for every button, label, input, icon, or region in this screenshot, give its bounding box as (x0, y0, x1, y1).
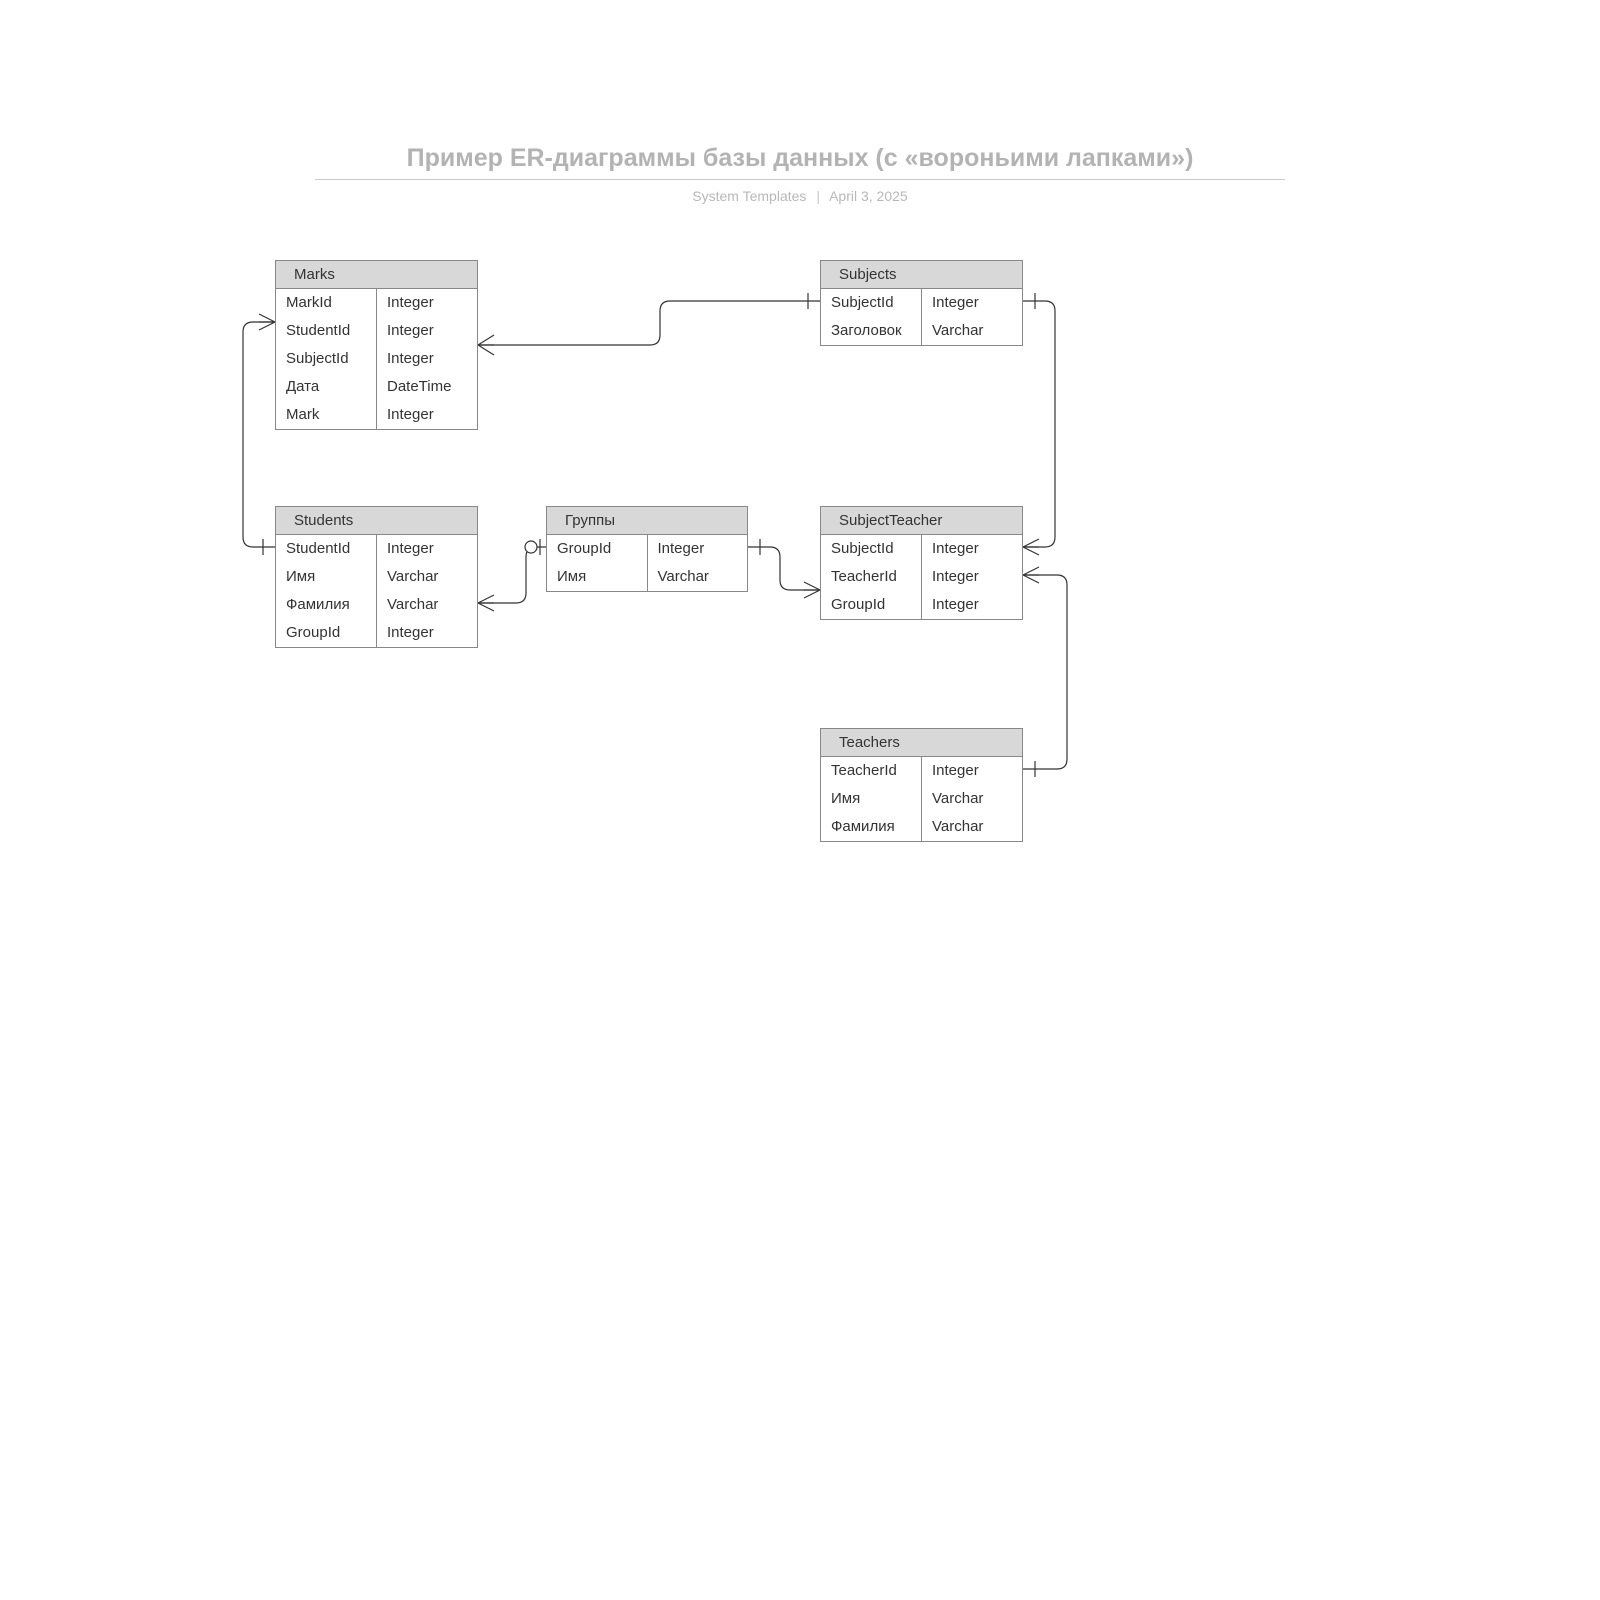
field-type: Varchar (922, 317, 1022, 345)
entity-subjectteacher[interactable]: SubjectTeacher SubjectId TeacherId Group… (820, 506, 1023, 620)
entity-teachers[interactable]: Teachers TeacherId Имя Фамилия Integer V… (820, 728, 1023, 842)
optional-circle-groups-left (525, 541, 537, 553)
entity-students-header: Students (276, 507, 477, 535)
field-type: Varchar (377, 563, 477, 591)
rel-marks-subjects (478, 301, 820, 345)
field-type: Integer (922, 535, 1022, 563)
field-type: DateTime (377, 373, 477, 401)
crowfoot-subjteacher-right-bot (1023, 567, 1039, 583)
field-name: MarkId (276, 289, 376, 317)
field-type: Varchar (648, 563, 748, 591)
author-label: System Templates (692, 188, 806, 204)
entity-students[interactable]: Students StudentId Имя Фамилия GroupId I… (275, 506, 478, 648)
field-type: Integer (377, 619, 477, 647)
field-name: Фамилия (276, 591, 376, 619)
field-type: Integer (377, 401, 477, 429)
field-name: Имя (276, 563, 376, 591)
field-type: Varchar (377, 591, 477, 619)
field-name: SubjectId (821, 535, 921, 563)
crowfoot-students-right (478, 595, 494, 611)
rel-subjects-subjteacher (1023, 301, 1055, 547)
field-type: Integer (377, 289, 477, 317)
field-name: SubjectId (821, 289, 921, 317)
rel-students-groups (478, 547, 546, 603)
field-type: Integer (922, 289, 1022, 317)
field-name: TeacherId (821, 757, 921, 785)
field-type: Integer (377, 535, 477, 563)
diagram-header: Пример ER-диаграммы базы данных (с «воро… (315, 144, 1285, 204)
crowfoot-marks-left (259, 314, 275, 330)
crowfoot-subjteacher-left (804, 582, 820, 598)
date-label: April 3, 2025 (829, 188, 908, 204)
field-type: Varchar (922, 813, 1022, 841)
field-name: SubjectId (276, 345, 376, 373)
rel-groups-subjteacher (748, 547, 820, 590)
crowfoot-subjteacher-right-top (1023, 539, 1039, 555)
field-name: StudentId (276, 535, 376, 563)
field-type: Integer (922, 563, 1022, 591)
entity-subjectteacher-header: SubjectTeacher (821, 507, 1022, 535)
entity-groups-header: Группы (547, 507, 747, 535)
field-type: Integer (377, 345, 477, 373)
field-type: Integer (648, 535, 748, 563)
field-type: Varchar (922, 785, 1022, 813)
entity-marks-header: Marks (276, 261, 477, 289)
entity-subjects[interactable]: Subjects SubjectId Заголовок Integer Var… (820, 260, 1023, 346)
field-type: Integer (377, 317, 477, 345)
entity-marks[interactable]: Marks MarkId StudentId SubjectId Дата Ma… (275, 260, 478, 430)
separator: | (810, 188, 826, 204)
crowfoot-marks-right (478, 335, 494, 355)
field-name: GroupId (276, 619, 376, 647)
entity-groups[interactable]: Группы GroupId Имя Integer Varchar (546, 506, 748, 592)
field-name: StudentId (276, 317, 376, 345)
connectors-layer (0, 0, 1600, 1600)
field-type: Integer (922, 757, 1022, 785)
field-name: Имя (547, 563, 647, 591)
field-name: Имя (821, 785, 921, 813)
field-name: Фамилия (821, 813, 921, 841)
entity-teachers-header: Teachers (821, 729, 1022, 757)
field-name: GroupId (821, 591, 921, 619)
rel-marks-students (243, 322, 275, 547)
field-name: Дата (276, 373, 376, 401)
diagram-subtitle: System Templates | April 3, 2025 (315, 188, 1285, 204)
field-name: GroupId (547, 535, 647, 563)
field-name: Заголовок (821, 317, 921, 345)
field-name: TeacherId (821, 563, 921, 591)
field-name: Mark (276, 401, 376, 429)
rel-subjteacher-teachers (1023, 575, 1067, 769)
field-type: Integer (922, 591, 1022, 619)
diagram-title: Пример ER-диаграммы базы данных (с «воро… (315, 144, 1285, 180)
entity-subjects-header: Subjects (821, 261, 1022, 289)
